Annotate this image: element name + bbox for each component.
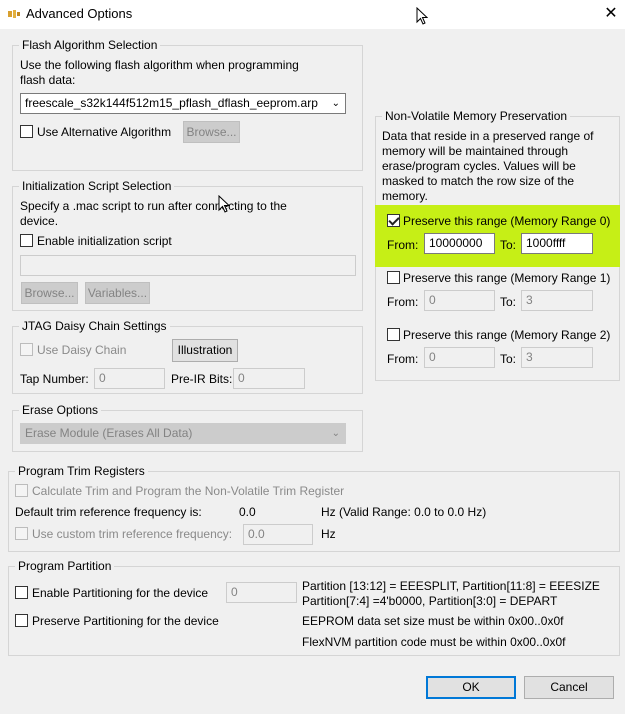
range-2-to-label: To: <box>500 352 517 366</box>
use-daisy-chain-checkbox[interactable] <box>20 343 33 356</box>
pre-ir-bits-label: Pre-IR Bits: <box>171 372 233 386</box>
default-trim-label: Default trim reference frequency is: <box>15 505 202 519</box>
init-script-legend: Initialization Script Selection <box>19 179 175 193</box>
chevron-down-icon: ⌄ <box>331 98 340 109</box>
preserve-range-1-label: Preserve this range (Memory Range 1) <box>403 271 611 285</box>
tap-number-input[interactable]: 0 <box>94 368 165 389</box>
erase-options-legend: Erase Options <box>19 403 102 417</box>
calculate-trim-checkbox[interactable] <box>15 484 28 497</box>
default-trim-unit: Hz (Valid Range: 0.0 to 0.0 Hz) <box>321 505 487 519</box>
eeprom-note: EEPROM data set size must be within 0x00… <box>302 614 564 628</box>
window-title: Advanced Options <box>26 6 133 21</box>
mouse-cursor-icon <box>218 195 230 213</box>
cancel-button[interactable]: Cancel <box>524 676 614 699</box>
nvm-desc-line3: erase/program cycles. Values will be <box>382 159 576 173</box>
use-daisy-chain-label: Use Daisy Chain <box>37 343 127 357</box>
partition-info-line1: Partition [13:12] = EEESPLIT, Partition[… <box>302 579 600 593</box>
custom-trim-checkbox[interactable] <box>15 527 28 540</box>
pre-ir-bits-input[interactable]: 0 <box>233 368 305 389</box>
flash-algorithm-value: freescale_s32k144f512m15_pflash_dflash_e… <box>25 96 318 110</box>
flash-algorithm-legend: Flash Algorithm Selection <box>19 38 161 52</box>
preserve-range-2-checkbox[interactable] <box>387 328 400 341</box>
flash-desc-line2: flash data: <box>20 73 76 87</box>
range-0-from-label: From: <box>387 238 419 252</box>
init-variables-button[interactable]: Variables... <box>85 282 150 304</box>
partition-value-input[interactable]: 0 <box>226 582 297 603</box>
init-desc-line1: Specify a .mac script to run after conne… <box>20 199 287 213</box>
flash-browse-button[interactable]: Browse... <box>183 121 240 143</box>
range-1-from-input[interactable]: 0 <box>424 290 495 311</box>
trim-registers-legend: Program Trim Registers <box>15 464 148 478</box>
nvm-desc-line2: memory will be maintained through <box>382 144 569 158</box>
close-icon[interactable]: ✕ <box>600 4 622 24</box>
preserve-range-0-checkbox[interactable] <box>387 214 400 227</box>
init-browse-button[interactable]: Browse... <box>21 282 78 304</box>
range-0-to-label: To: <box>500 238 517 252</box>
preserve-partitioning-label: Preserve Partitioning for the device <box>32 614 219 628</box>
preserve-range-1-checkbox[interactable] <box>387 271 400 284</box>
use-alternative-algorithm-checkbox[interactable] <box>20 125 33 138</box>
calculate-trim-label: Calculate Trim and Program the Non-Volat… <box>32 484 345 498</box>
ok-button[interactable]: OK <box>426 676 516 699</box>
default-trim-value: 0.0 <box>239 505 256 519</box>
nvm-desc-line5: memory. <box>382 189 428 203</box>
jtag-legend: JTAG Daisy Chain Settings <box>19 319 170 333</box>
init-desc-line2: device. <box>20 214 59 228</box>
range-2-to-input[interactable]: 3 <box>521 347 593 368</box>
flash-algorithm-select[interactable]: freescale_s32k144f512m15_pflash_dflash_e… <box>20 93 346 114</box>
erase-options-value: Erase Module (Erases All Data) <box>25 426 193 440</box>
nvm-desc-line1: Data that reside in a preserved range of <box>382 129 594 143</box>
enable-partitioning-checkbox[interactable] <box>15 586 28 599</box>
init-script-path-input[interactable] <box>20 255 356 276</box>
range-0-from-input[interactable]: 10000000 <box>424 233 495 254</box>
custom-trim-input[interactable]: 0.0 <box>243 524 313 545</box>
enable-partitioning-label: Enable Partitioning for the device <box>32 586 209 600</box>
erase-options-select[interactable]: Erase Module (Erases All Data) ⌄ <box>20 423 346 444</box>
nvm-preservation-legend: Non-Volatile Memory Preservation <box>382 109 571 123</box>
illustration-button[interactable]: Illustration <box>172 339 238 362</box>
preserve-range-2-label: Preserve this range (Memory Range 2) <box>403 328 611 342</box>
nvm-desc-line4: masked to match the row size of the <box>382 174 575 188</box>
app-icon <box>8 10 20 18</box>
range-1-to-label: To: <box>500 295 517 309</box>
enable-init-script-checkbox[interactable] <box>20 234 33 247</box>
range-0-to-input[interactable]: 1000ffff <box>521 233 593 254</box>
range-1-to-input[interactable]: 3 <box>521 290 593 311</box>
use-alternative-algorithm-label: Use Alternative Algorithm <box>37 125 172 139</box>
chevron-down-icon: ⌄ <box>331 428 340 439</box>
range-1-from-label: From: <box>387 295 419 309</box>
title-bar: Advanced Options ✕ <box>0 0 625 29</box>
preserve-range-0-label: Preserve this range (Memory Range 0) <box>403 214 611 228</box>
partition-info-line2: Partition[7:4] =4'b0000, Partition[3:0] … <box>302 594 558 608</box>
custom-trim-label: Use custom trim reference frequency: <box>32 527 233 541</box>
program-partition-legend: Program Partition <box>15 559 115 573</box>
custom-trim-unit: Hz <box>321 527 336 541</box>
range-2-from-label: From: <box>387 352 419 366</box>
mouse-cursor-icon <box>416 7 428 25</box>
tap-number-label: Tap Number: <box>20 372 89 386</box>
flexnvm-note: FlexNVM partition code must be within 0x… <box>302 635 566 649</box>
preserve-partitioning-checkbox[interactable] <box>15 614 28 627</box>
flash-desc-line1: Use the following flash algorithm when p… <box>20 58 299 72</box>
range-2-from-input[interactable]: 0 <box>424 347 495 368</box>
enable-init-script-label: Enable initialization script <box>37 234 172 248</box>
